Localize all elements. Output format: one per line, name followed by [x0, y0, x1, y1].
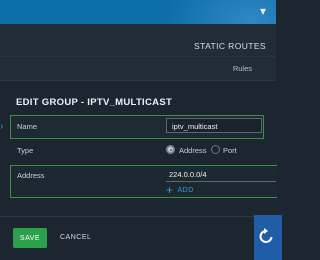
address-input[interactable]: 224.0.0.0/4 — [166, 168, 276, 182]
add-address-button[interactable]: + ADD — [166, 184, 194, 196]
save-button[interactable]: SAVE — [13, 228, 47, 248]
top-bar-gradient — [150, 0, 276, 24]
rules-column-header[interactable]: Rules — [233, 64, 252, 73]
footer-divider — [0, 216, 276, 217]
refresh-button[interactable] — [254, 215, 282, 260]
plus-icon: + — [166, 183, 174, 197]
refresh-arrow-icon — [259, 228, 273, 243]
name-input[interactable]: iptv_multicast — [166, 118, 262, 133]
type-address-label[interactable]: Address — [179, 146, 207, 155]
type-label: Type — [17, 146, 34, 155]
name-label: Name — [17, 122, 38, 131]
top-bar: ▾ — [0, 0, 276, 24]
cancel-button[interactable]: CANCEL — [60, 234, 91, 241]
address-label: Address — [17, 171, 45, 180]
dialog-title: EDIT GROUP - IPTV_MULTICAST — [16, 97, 173, 108]
type-address-radio[interactable] — [166, 145, 175, 154]
static-routes-tab[interactable]: STATIC ROUTES — [194, 41, 266, 51]
chevron-down-icon[interactable]: ▾ — [260, 4, 266, 18]
type-port-label[interactable]: Port — [223, 146, 237, 155]
type-port-radio[interactable] — [211, 145, 220, 154]
add-address-label: ADD — [177, 186, 194, 194]
chevron-right-icon: › — [0, 121, 4, 132]
